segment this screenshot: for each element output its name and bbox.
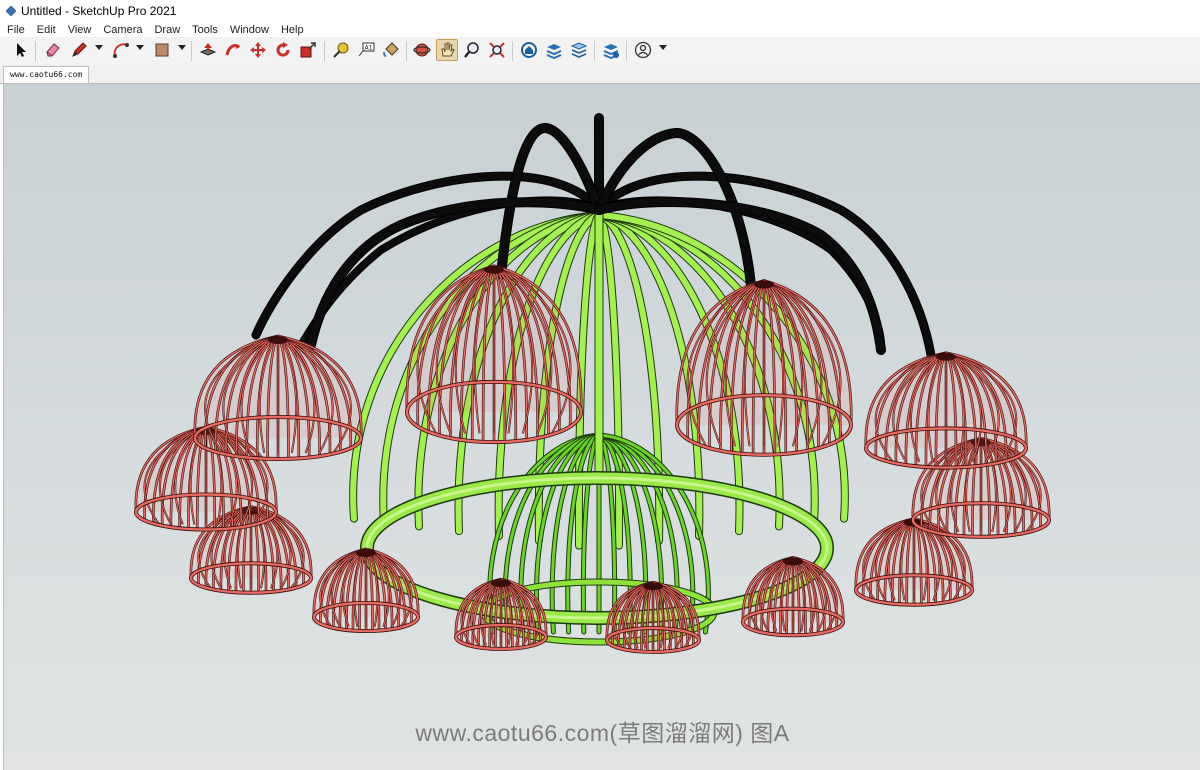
text-tool-button[interactable]: A1 [355,39,377,61]
svg-text:A1: A1 [365,45,373,52]
watermark-text: www.caotu66.com(草图溜溜网) 图A [415,720,790,746]
account-dropdown-arrow[interactable] [659,45,667,50]
warehouse-icon [521,42,537,58]
title-bar: Untitled - SketchUp Pro 2021 [0,0,1200,22]
eraser-tool-button[interactable] [42,39,64,61]
select-icon [17,43,26,57]
chandelier-model [134,113,1051,654]
styles-button[interactable] [568,39,590,61]
arc-dropdown-arrow[interactable] [136,45,144,50]
menu-camera[interactable]: Camera [96,24,147,36]
menu-view[interactable]: View [61,24,97,36]
scenes-icon [603,44,619,59]
zoom-icon [464,42,479,58]
menu-draw[interactable]: Draw [147,24,185,36]
orbit-icon [413,43,431,57]
zoom-extents-icon [489,42,505,58]
rectangle-tool-button[interactable] [151,39,173,61]
arc-icon [113,43,129,58]
tape-measure-tool-button[interactable] [330,39,352,61]
lamp-shade [312,547,420,633]
styles-icon [570,42,588,58]
shade-cap [936,352,956,361]
lamp-shade [741,556,845,638]
sketchup-app-icon [5,5,17,17]
window-title: Untitled - SketchUp Pro 2021 [21,4,177,18]
menu-help[interactable]: Help [274,24,309,36]
paint-bucket-tool-button[interactable] [380,39,402,61]
toolbar-divider [406,41,407,61]
rotate-tool-button[interactable] [272,39,294,61]
account-icon [634,41,652,59]
follow-me-icon [225,44,241,56]
scale-icon [300,42,316,58]
layers-icon [546,44,562,59]
menu-tools[interactable]: Tools [185,24,223,36]
toolbar-divider [35,41,36,61]
pencil-tool-button[interactable] [68,39,90,61]
scene-tab[interactable]: www.caotu66.com [3,66,90,83]
pencil-icon [72,42,87,57]
layers-button[interactable] [543,39,565,61]
pan-icon [441,42,455,57]
shade-cap [356,549,376,557]
tape-measure-icon [333,42,349,58]
toolbar-divider [594,41,595,61]
orbit-tool-button[interactable] [411,39,433,61]
arc-tool-button[interactable] [110,39,132,61]
select-tool-button[interactable] [10,39,32,61]
lamp-shade [675,279,853,457]
push-pull-tool-button[interactable] [197,39,219,61]
toolbar-divider [191,41,192,61]
main-toolbar: A1 [0,37,1200,66]
account-button[interactable] [632,39,654,61]
follow-me-tool-button[interactable] [222,39,244,61]
menu-window[interactable]: Window [223,24,274,36]
shade-cap [491,579,511,588]
scale-tool-button[interactable] [297,39,319,61]
toolbar-divider [324,41,325,61]
shade-cap [754,280,774,289]
warehouse-button[interactable] [518,39,540,61]
shade-cap [484,265,504,274]
rotate-icon [276,42,290,57]
scenes-button[interactable] [600,39,622,61]
push-pull-icon [199,43,217,56]
zoom-extents-tool-button[interactable] [486,39,508,61]
menu-bar: File Edit View Camera Draw Tools Window … [0,22,1200,37]
model-viewport[interactable]: www.caotu66.com(草图溜溜网) 图A [3,84,1200,770]
pencil-dropdown-arrow[interactable] [95,45,103,50]
rectangle-dropdown-arrow[interactable] [178,45,186,50]
lamp-shade [911,437,1051,539]
scene-tab-bar: www.caotu66.com [0,65,1200,84]
move-icon [250,42,266,58]
zoom-tool-button[interactable] [461,39,483,61]
eraser-icon [46,43,60,57]
paint-bucket-icon [383,42,399,57]
toolbar-divider [512,41,513,61]
shade-cap [643,582,663,591]
shade-cap [783,557,803,566]
menu-file[interactable]: File [0,24,30,36]
shade-cap [268,336,288,344]
pan-tool-button[interactable] [436,39,458,61]
menu-edit[interactable]: Edit [30,24,61,36]
toolbar-divider [626,41,627,61]
rectangle-icon [155,43,169,57]
text-icon: A1 [358,42,375,57]
move-tool-button[interactable] [247,39,269,61]
